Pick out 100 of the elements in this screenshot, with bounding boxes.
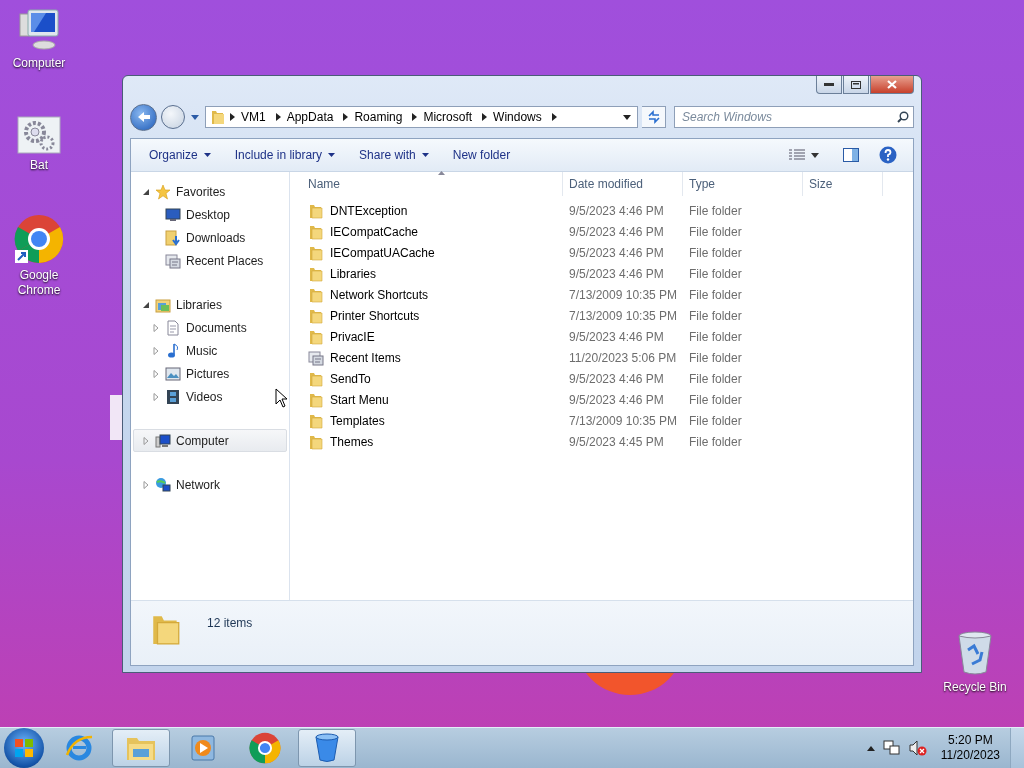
nav-item[interactable]: Computer [133, 429, 287, 452]
desktop-icon-label[interactable]: Computer [12, 56, 66, 71]
file-name[interactable]: Libraries [302, 265, 563, 282]
chevron-icon[interactable] [551, 113, 557, 121]
nav-item[interactable]: Documents [133, 316, 287, 339]
toolbar-button[interactable]: Include in library [226, 143, 344, 167]
up-caret-icon [866, 745, 875, 751]
column-header[interactable]: Type [683, 172, 803, 196]
breadcrumb-item[interactable]: Microsoft [421, 107, 479, 127]
file-name[interactable]: Network Shortcuts [302, 286, 563, 303]
address-bar[interactable]: VM1 AppData Roaming Microsoft Windows [205, 106, 638, 128]
nav-item[interactable]: Pictures [133, 362, 287, 385]
type-cell-text: File folder [688, 350, 743, 365]
caret-icon [811, 152, 819, 158]
toolbar-button[interactable]: Organize [141, 143, 219, 167]
caret-icon [191, 114, 199, 120]
type-cell-text: File folder [688, 329, 743, 344]
internet-explorer-icon [64, 733, 94, 763]
desktop-icon-label[interactable]: Google Chrome [1, 268, 77, 298]
file-name[interactable]: IECompatUACache [302, 244, 563, 261]
chevron-icon[interactable] [275, 113, 281, 121]
nav-item[interactable]: Music [133, 339, 287, 362]
show-hidden-icons-button[interactable] [866, 745, 875, 751]
file-name[interactable]: Templates [302, 412, 563, 429]
recycle-bin-icon [956, 630, 994, 676]
bin-icon [314, 733, 340, 763]
folder-icon [308, 307, 324, 324]
column-header[interactable]: Date modified [563, 172, 683, 196]
folder-icon [308, 370, 324, 387]
breadcrumb-item[interactable]: Windows [491, 107, 548, 127]
computer-icon [155, 432, 171, 449]
breadcrumb-item[interactable]: AppData [284, 107, 340, 127]
file-name[interactable]: Printer Shortcuts [302, 307, 563, 324]
start-button[interactable] [4, 728, 44, 768]
muted-speaker-icon [908, 740, 927, 756]
refresh-button[interactable] [642, 106, 666, 128]
minimize-button[interactable] [816, 76, 842, 94]
network-tray-button[interactable] [882, 740, 901, 756]
collapse-icon[interactable] [142, 187, 150, 196]
column-header[interactable]: Size [803, 172, 883, 196]
file-name[interactable]: PrivacIE [302, 328, 563, 345]
nav-item[interactable]: Libraries [133, 293, 287, 316]
nav-item[interactable]: Desktop [133, 203, 287, 226]
file-name[interactable]: Themes [302, 433, 563, 450]
folder-icon [308, 244, 324, 261]
item-count: 12 items [207, 616, 253, 630]
caret-icon [203, 153, 211, 157]
caret-icon[interactable] [623, 114, 631, 120]
desktop-icon-label[interactable]: Recycle Bin [943, 680, 1007, 695]
volume-button[interactable] [908, 740, 927, 756]
search-field[interactable]: Search Windows [674, 106, 914, 128]
folder-icon [308, 433, 324, 450]
file-name[interactable]: IECompatCache [302, 223, 563, 240]
desktop-icon-label[interactable]: Bat [30, 158, 48, 173]
date-cell-text: 9/5/2023 4:46 PM [568, 266, 665, 281]
star-icon [155, 183, 171, 200]
back-button[interactable] [130, 103, 157, 131]
chrome-icon [249, 732, 281, 764]
taskbar-button[interactable] [112, 729, 170, 767]
refresh-icon [646, 110, 661, 124]
caret-icon [421, 153, 429, 157]
media-player-icon [190, 734, 216, 762]
type-cell-text: File folder [688, 203, 743, 218]
date-cell-text: 11/20/2023 5:06 PM [568, 350, 678, 365]
list-view-icon [789, 149, 805, 161]
breadcrumb-item[interactable]: Roaming [352, 107, 409, 127]
restore-icon [851, 80, 861, 89]
nav-item[interactable]: Favorites [133, 180, 287, 203]
date-cell-text: 7/13/2009 10:35 PM [568, 308, 679, 323]
file-name[interactable]: SendTo [302, 370, 563, 387]
chevron-icon[interactable] [230, 113, 235, 121]
taskbar-button[interactable] [298, 729, 356, 767]
file-name[interactable]: DNTException [302, 202, 563, 219]
nav-item[interactable]: Recent Places [133, 249, 287, 272]
network-icon [155, 476, 171, 493]
recent-pages-button[interactable] [189, 114, 201, 120]
type-cell-text: File folder [688, 434, 743, 449]
windows-logo-icon [14, 738, 34, 758]
toolbar-button[interactable]: New folder [444, 143, 519, 167]
clock[interactable]: 5:20 PM 11/20/2023 [940, 733, 1000, 763]
type-cell-text: File folder [688, 224, 743, 239]
maximize-button[interactable] [843, 76, 869, 94]
nav-item[interactable]: Downloads [133, 226, 287, 249]
type-cell-text: File folder [688, 371, 743, 386]
monitor-icon [165, 206, 181, 223]
breadcrumb-item[interactable]: VM1 [239, 107, 272, 127]
toolbar-button[interactable]: Share with [351, 143, 437, 167]
recent-icon [165, 252, 181, 269]
document-icon [165, 319, 181, 336]
file-name[interactable]: Recent Items [302, 349, 563, 366]
collapse-icon[interactable] [142, 300, 150, 309]
chevron-icon[interactable] [482, 113, 488, 121]
close-button[interactable] [870, 76, 914, 94]
file-name[interactable]: Start Menu [302, 391, 563, 408]
downloads-icon [165, 229, 181, 246]
nav-item[interactable]: Network [133, 473, 287, 496]
chevron-icon[interactable] [343, 113, 349, 121]
chevron-icon[interactable] [412, 113, 418, 121]
forward-button[interactable] [161, 105, 185, 129]
folder-icon [308, 391, 324, 408]
